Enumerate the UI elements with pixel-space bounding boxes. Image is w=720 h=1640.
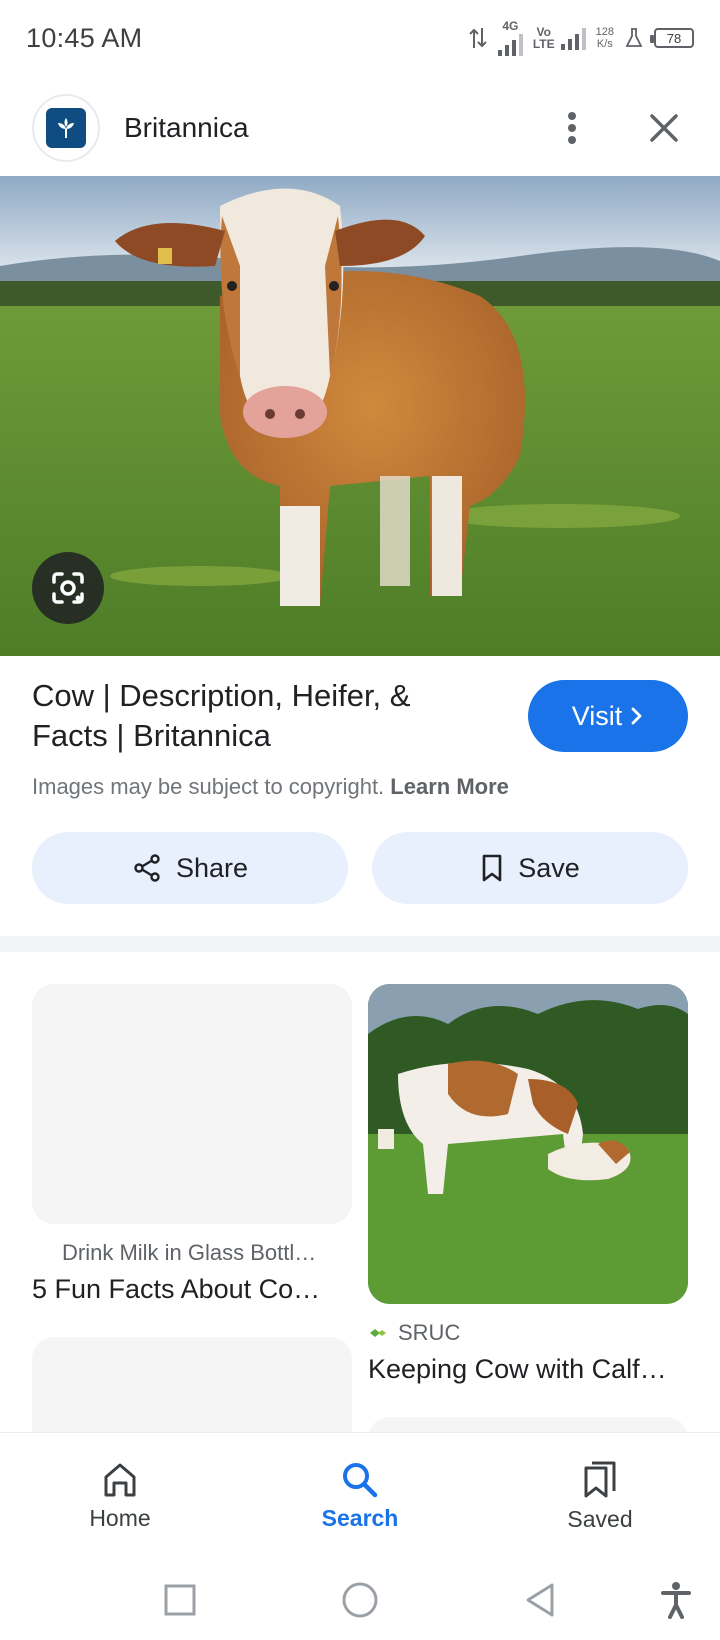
speed-value: 128 <box>595 26 614 38</box>
related-images-grid: Drink Milk in Glass Bottl… 5 Fun Facts A… <box>32 984 688 1432</box>
related-thumbnail-placeholder[interactable] <box>32 1337 352 1432</box>
britannica-logo-icon <box>46 108 86 148</box>
recents-square-icon <box>164 1584 196 1616</box>
related-card[interactable]: Drink Milk in Glass Bottl… 5 Fun Facts A… <box>32 984 352 1305</box>
share-button[interactable]: Share <box>32 832 348 904</box>
network-type-label: 4G <box>502 19 519 33</box>
speed-unit: K/s <box>596 38 613 50</box>
cow-in-field-image <box>0 176 720 656</box>
home-system-button[interactable] <box>336 1576 384 1624</box>
nav-search-label: Search <box>321 1505 399 1531</box>
chevron-right-icon <box>631 707 642 725</box>
sruc-favicon-icon <box>370 1329 386 1337</box>
back-button[interactable] <box>516 1576 564 1624</box>
share-icon <box>134 854 160 882</box>
signal-2: Vo LTE <box>533 26 586 50</box>
related-source: Drink Milk in Glass Bottl… <box>62 1240 317 1265</box>
copyright-text: Images may be subject to copyright. <box>32 774 385 799</box>
result-title[interactable]: Cow | Description, Heifer, & Facts | Bri… <box>32 676 472 756</box>
status-time: 10:45 AM <box>26 22 143 53</box>
section-divider <box>0 936 720 952</box>
search-icon <box>343 1463 378 1498</box>
recents-button[interactable] <box>156 1576 204 1624</box>
related-column-right: SRUC Keeping Cow with Calf… <box>368 984 688 1432</box>
bookmark-icon <box>482 854 502 882</box>
share-label: Share <box>175 852 249 883</box>
related-thumbnail <box>368 984 688 1304</box>
bottom-navigation: Home Search Saved <box>0 1432 720 1560</box>
network-speed: 128 K/s <box>596 26 614 50</box>
related-column-left: Drink Milk in Glass Bottl… 5 Fun Facts A… <box>32 984 352 1432</box>
site-logo[interactable] <box>32 94 100 162</box>
cow-with-calf-image <box>368 984 688 1304</box>
visit-label: Visit <box>571 700 623 731</box>
nav-saved-label: Saved <box>567 1506 633 1532</box>
learn-more-link[interactable]: Learn More <box>390 774 509 799</box>
hero-image[interactable] <box>0 176 720 656</box>
result-info: Cow | Description, Heifer, & Facts | Bri… <box>32 676 688 800</box>
data-transfer-icon <box>469 28 487 48</box>
saved-icon <box>584 1461 616 1498</box>
copyright-notice: Images may be subject to copyright. Lear… <box>32 774 688 800</box>
save-label: Save <box>518 852 580 883</box>
status-icons: 4G Vo LTE 128 K/s 78 <box>468 20 694 56</box>
related-thumbnail-placeholder[interactable] <box>368 1417 688 1432</box>
save-button[interactable]: Save <box>372 832 688 904</box>
status-bar: 10:45 AM 4G Vo LTE 128 K/s 78 <box>0 0 720 76</box>
nav-home-label: Home <box>89 1505 151 1531</box>
site-name[interactable]: Britannica <box>124 112 249 144</box>
visit-button[interactable]: Visit <box>528 680 688 752</box>
more-vert-icon <box>568 112 576 144</box>
lens-icon <box>52 572 84 604</box>
nav-search[interactable]: Search <box>240 1433 480 1560</box>
battery-level: 78 <box>666 30 682 46</box>
related-thumbnail-placeholder <box>32 984 352 1224</box>
back-triangle-icon <box>526 1583 554 1617</box>
signal-1: 4G <box>497 19 523 56</box>
action-buttons: Share Save <box>32 832 688 904</box>
close-button[interactable] <box>640 104 688 152</box>
nav-saved[interactable]: Saved <box>480 1433 720 1560</box>
related-title: 5 Fun Facts About Co… <box>32 1274 321 1304</box>
accessibility-icon <box>661 1582 691 1619</box>
related-title: Keeping Cow with Calf… <box>368 1354 667 1384</box>
accessibility-button[interactable] <box>652 1576 700 1624</box>
source-header: Britannica <box>0 80 720 176</box>
system-navigation-bar <box>0 1560 720 1640</box>
flask-icon <box>625 28 643 47</box>
related-source: SRUC <box>398 1320 461 1345</box>
google-lens-button[interactable] <box>32 552 104 624</box>
more-options-button[interactable] <box>548 104 596 152</box>
battery-indicator: 78 <box>650 28 694 48</box>
related-card[interactable]: SRUC Keeping Cow with Calf… <box>368 984 688 1385</box>
close-icon <box>650 114 678 142</box>
nav-home[interactable]: Home <box>0 1433 240 1560</box>
volte-label-bottom: LTE <box>532 37 555 51</box>
related-source-row: SRUC <box>368 1320 688 1346</box>
home-circle-icon <box>342 1582 378 1618</box>
home-icon <box>104 1463 136 1497</box>
